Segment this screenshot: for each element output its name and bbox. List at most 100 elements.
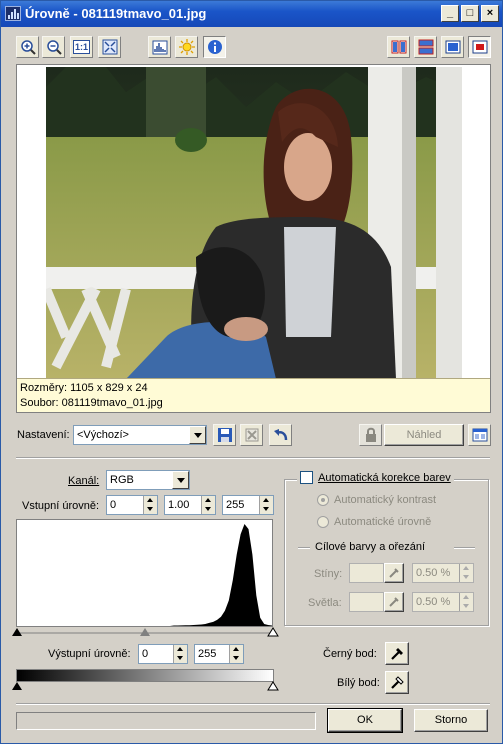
input-black-handle[interactable] bbox=[12, 628, 22, 636]
highlights-label: Světla: bbox=[308, 597, 342, 609]
chevron-down-icon[interactable] bbox=[172, 471, 189, 489]
layout-icon bbox=[472, 428, 488, 442]
brightness-button[interactable] bbox=[175, 36, 198, 58]
eyedropper-icon bbox=[391, 676, 404, 689]
zoom-in-button[interactable] bbox=[16, 36, 39, 58]
zoom-out-button[interactable] bbox=[42, 36, 65, 58]
single-view-icon bbox=[445, 40, 461, 54]
preview-photo[interactable] bbox=[46, 67, 462, 379]
fit-window-button[interactable] bbox=[98, 36, 121, 58]
highlights-color-swatch[interactable] bbox=[349, 592, 384, 612]
undo-icon bbox=[274, 429, 288, 441]
delete-preset-icon bbox=[245, 428, 259, 442]
title-bar[interactable]: Úrovně - 081119tmavo_01.jpg _ □ × bbox=[1, 1, 502, 27]
spin-arrows-icon[interactable] bbox=[229, 645, 243, 663]
auto-correction-label: Automatická korekce barev bbox=[318, 471, 451, 484]
histogram-area bbox=[17, 524, 272, 626]
preview-button[interactable]: Náhled bbox=[384, 424, 464, 446]
shadows-clip-value: 0.50 % bbox=[416, 567, 451, 579]
output-white-field[interactable]: 255 bbox=[194, 644, 244, 664]
input-gamma-handle[interactable] bbox=[140, 628, 150, 636]
image-info-box: Rozměry: 1105 x 829 x 24 Soubor: 081119t… bbox=[17, 378, 490, 412]
actual-size-button[interactable]: 1:1 bbox=[70, 36, 93, 58]
shadows-color-swatch[interactable] bbox=[349, 563, 384, 583]
chevron-down-icon[interactable] bbox=[189, 426, 206, 444]
info-button[interactable] bbox=[203, 36, 226, 58]
auto-contrast-radio[interactable] bbox=[317, 494, 329, 506]
original-view-icon bbox=[472, 40, 488, 54]
auto-correction-header: Automatická korekce barev bbox=[297, 471, 454, 487]
app-histogram-icon bbox=[5, 6, 21, 21]
progress-bar bbox=[16, 712, 316, 730]
auto-contrast-label: Automatický kontrast bbox=[334, 494, 437, 506]
info-icon bbox=[208, 40, 222, 54]
maximize-button[interactable]: □ bbox=[461, 5, 479, 22]
auto-levels-radio[interactable] bbox=[317, 516, 329, 528]
eyedropper-icon bbox=[389, 568, 399, 578]
output-black-field[interactable]: 0 bbox=[138, 644, 188, 664]
spin-arrows-icon[interactable] bbox=[459, 593, 473, 611]
histogram-plot bbox=[17, 524, 272, 626]
white-point-eyedropper-button[interactable] bbox=[385, 671, 409, 694]
reset-preset-button[interactable] bbox=[269, 424, 292, 446]
auto-correction-checkbox[interactable] bbox=[300, 471, 313, 484]
output-black-handle[interactable] bbox=[12, 682, 22, 690]
shadows-eyedropper-button[interactable] bbox=[384, 563, 404, 583]
image-dimensions: Rozměry: 1105 x 829 x 24 bbox=[20, 382, 148, 394]
lock-button[interactable] bbox=[359, 424, 382, 446]
split-horizontal-icon bbox=[418, 39, 434, 55]
input-gamma-value: 1.00 bbox=[168, 499, 190, 511]
image-file-name: Soubor: 081119tmavo_01.jpg bbox=[20, 397, 163, 409]
spin-arrows-icon[interactable] bbox=[143, 496, 157, 514]
input-level-slider[interactable] bbox=[11, 627, 279, 637]
brightness-icon bbox=[179, 39, 195, 55]
spin-arrows-icon[interactable] bbox=[201, 496, 215, 514]
channel-select[interactable]: RGB bbox=[106, 470, 190, 490]
cancel-button[interactable]: Storno bbox=[414, 709, 488, 732]
shadows-clip-field[interactable]: 0.50 % bbox=[412, 563, 474, 583]
white-point-label: Bílý bod: bbox=[337, 677, 380, 689]
channel-label: Kanál: bbox=[68, 475, 100, 487]
input-black-value: 0 bbox=[110, 499, 117, 511]
input-levels-label: Vstupní úrovně: bbox=[22, 500, 100, 512]
channel-value: RGB bbox=[110, 474, 134, 486]
settings-preset-select[interactable]: <Výchozí> bbox=[73, 425, 207, 445]
input-black-field[interactable]: 0 bbox=[106, 495, 158, 515]
histogram bbox=[16, 519, 273, 627]
spin-arrows-icon[interactable] bbox=[173, 645, 187, 663]
zoom-out-icon bbox=[47, 40, 62, 55]
single-view-button[interactable] bbox=[441, 36, 464, 58]
spin-arrows-icon[interactable] bbox=[459, 564, 473, 582]
shadows-label: Stíny: bbox=[314, 568, 343, 580]
output-white-handle[interactable] bbox=[267, 681, 279, 691]
histogram-icon bbox=[152, 40, 168, 55]
split-vertical-button[interactable] bbox=[387, 36, 410, 58]
save-preset-button[interactable] bbox=[213, 424, 236, 446]
delete-preset-button[interactable] bbox=[240, 424, 263, 446]
original-view-button[interactable] bbox=[468, 36, 491, 58]
minimize-button[interactable]: _ bbox=[441, 5, 459, 22]
auto-levels-label: Automatické úrovně bbox=[334, 516, 432, 528]
ok-button[interactable]: OK bbox=[327, 708, 403, 733]
input-white-value: 255 bbox=[226, 499, 245, 511]
black-point-eyedropper-button[interactable] bbox=[385, 642, 409, 665]
window-title: Úrovně - 081119tmavo_01.jpg bbox=[25, 6, 207, 21]
layout-toggle-button[interactable] bbox=[468, 424, 491, 446]
close-button[interactable]: × bbox=[481, 5, 499, 22]
highlights-clip-value: 0.50 % bbox=[416, 596, 451, 608]
settings-preset-value: <Výchozí> bbox=[77, 429, 129, 441]
input-white-handle[interactable] bbox=[267, 627, 279, 637]
fit-window-icon bbox=[102, 39, 118, 55]
highlights-clip-field[interactable]: 0.50 % bbox=[412, 592, 474, 612]
separator-bottom bbox=[16, 703, 490, 705]
split-horizontal-button[interactable] bbox=[414, 36, 437, 58]
input-gamma-field[interactable]: 1.00 bbox=[164, 495, 216, 515]
highlights-eyedropper-button[interactable] bbox=[384, 592, 404, 612]
output-levels-label: Výstupní úrovně: bbox=[48, 648, 131, 660]
histogram-view-button[interactable] bbox=[148, 36, 171, 58]
output-level-slider[interactable] bbox=[11, 681, 279, 691]
target-group-line-left bbox=[298, 547, 310, 549]
input-white-field[interactable]: 255 bbox=[222, 495, 274, 515]
spin-arrows-icon[interactable] bbox=[259, 496, 273, 514]
actual-size-icon: 1:1 bbox=[73, 40, 90, 54]
